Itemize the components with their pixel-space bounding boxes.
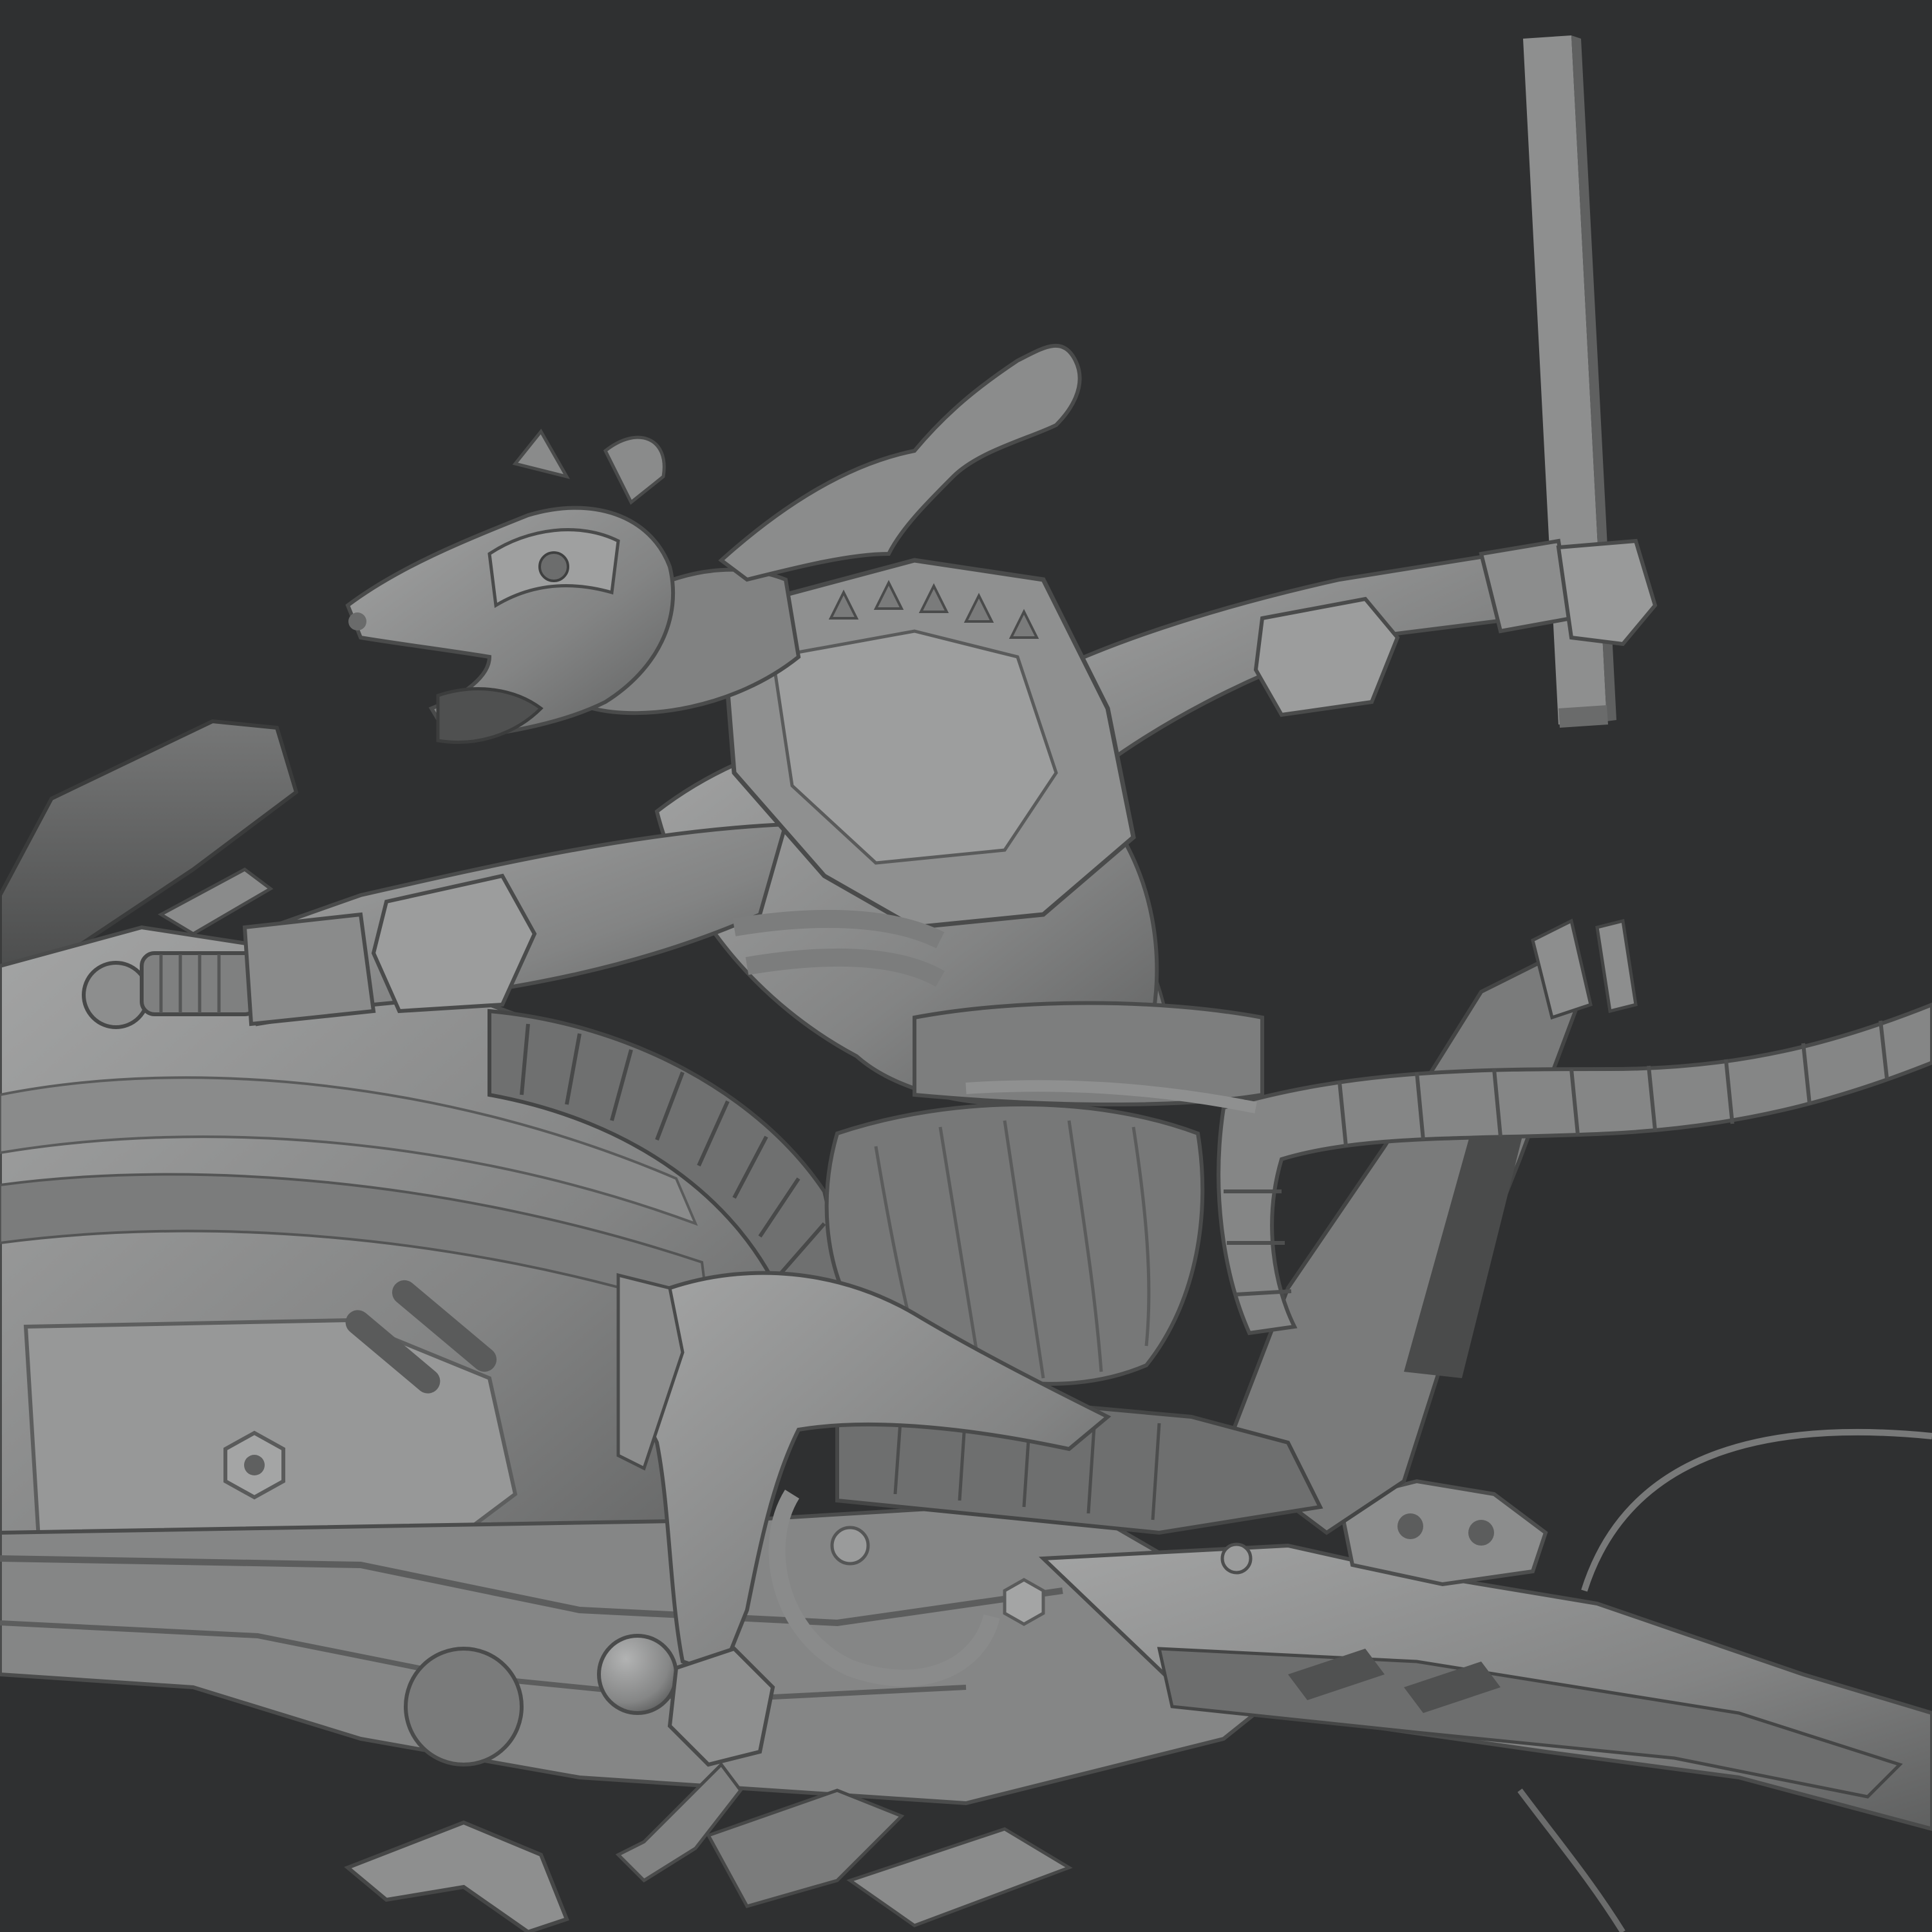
gauntlet	[242, 912, 376, 1027]
eye	[538, 551, 569, 582]
hex-bolt	[1003, 1578, 1045, 1626]
sculpt-render	[0, 0, 1932, 1932]
hub	[597, 1634, 678, 1715]
